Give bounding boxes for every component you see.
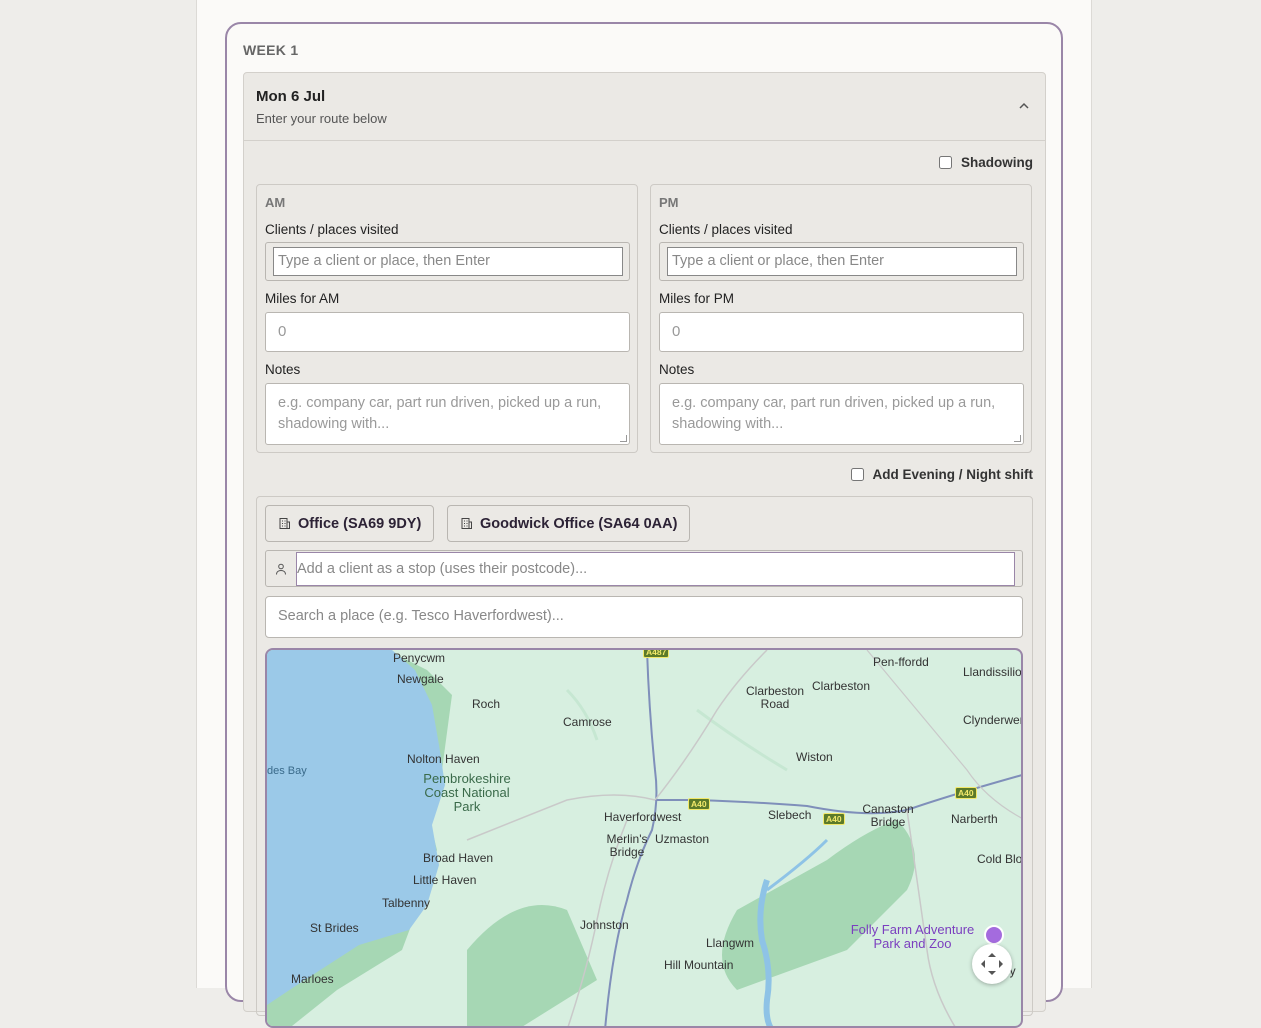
am-miles-input[interactable]: 0 [265, 312, 630, 352]
map-label: Penycwm [393, 651, 446, 665]
map-label: St Brides [310, 921, 359, 935]
map-label: Uzmaston [655, 832, 710, 846]
map-label: Marloes [291, 972, 334, 986]
goodwick-office-chip-button[interactable]: Goodwick Office (SA64 0AA) [447, 505, 691, 542]
am-notes-label: Notes [265, 362, 301, 377]
am-section: AM Clients / places visited Type a clien… [256, 184, 638, 453]
place-search-input[interactable]: Search a place (e.g. Tesco Haverfordwest… [265, 596, 1023, 638]
resize-grip-icon[interactable] [1014, 435, 1021, 442]
route-map[interactable]: Penycwm Newgale Roch Camrose Clarbeston … [265, 648, 1023, 1028]
page-container: WEEK 1 Mon 6 Jul Enter your route below … [196, 0, 1092, 1028]
office-chip-button[interactable]: Office (SA69 9DY) [265, 505, 435, 542]
day-panel: Mon 6 Jul Enter your route below Shadowi… [243, 72, 1046, 1028]
day-subtitle: Enter your route below [256, 111, 387, 126]
pm-notes-placeholder: e.g. company car, part run driven, picke… [672, 395, 996, 432]
map-label: Pen-ffordd [873, 655, 929, 669]
shadowing-checkbox[interactable] [939, 156, 952, 169]
map-label: Talbenny [382, 896, 431, 910]
map-label: Hill Mountain [664, 958, 734, 972]
shadowing-label: Shadowing [961, 155, 1033, 170]
road-shield: A40 [823, 813, 845, 825]
map-label: Merlin's Bridge [606, 832, 648, 859]
map-label: Cold Blo [977, 852, 1023, 866]
evening-shift-checkbox[interactable] [850, 468, 864, 481]
national-park-label: Pembrokeshire Coast National Park [423, 771, 511, 814]
map-label: Clarbeston [812, 679, 871, 693]
map-label: Llandissilio [963, 665, 1022, 679]
shadowing-toggle[interactable]: Shadowing [939, 155, 1033, 170]
am-clients-tagbox: Type a client or place, then Enter [265, 242, 630, 281]
map-label: Llangwm [706, 936, 755, 950]
map-label: Canaston Bridge [862, 802, 914, 829]
pm-clients-input[interactable]: Type a client or place, then Enter [667, 247, 1017, 276]
map-label: Nolton Haven [407, 752, 480, 766]
poi-label: Folly Farm Adventure Park and Zoo [850, 922, 975, 951]
office-chip-label: Office (SA69 9DY) [298, 515, 422, 532]
road-shield: A40 [955, 787, 977, 799]
route-planner: Office (SA69 9DY) Goodwick Office (SA64 … [256, 496, 1033, 1028]
map-label: Newgale [397, 672, 444, 686]
chevron-up-icon[interactable] [1017, 99, 1031, 113]
map-label: Haverfordwest [604, 810, 682, 824]
pm-title: PM [659, 195, 679, 210]
client-stop-input[interactable]: Add a client as a stop (uses their postc… [296, 552, 1015, 586]
map-label: Camrose [563, 715, 612, 729]
am-notes-placeholder: e.g. company car, part run driven, picke… [278, 395, 602, 432]
am-clients-input[interactable]: Type a client or place, then Enter [273, 247, 623, 276]
expand-arrows-icon [981, 953, 1003, 975]
week-card: WEEK 1 Mon 6 Jul Enter your route below … [225, 22, 1063, 1028]
map-label: Narberth [951, 812, 998, 826]
road-shield: A40 [688, 798, 710, 810]
client-stop-box: Add a client as a stop (uses their postc… [265, 550, 1023, 587]
evening-shift-toggle[interactable]: Add Evening / Night shift [850, 467, 1034, 482]
building-icon [461, 518, 472, 529]
map-label: Clarbeston Road [745, 684, 805, 711]
pm-miles-input[interactable]: 0 [659, 312, 1024, 352]
pm-notes-label: Notes [659, 362, 695, 377]
road-shield: A487 [643, 650, 670, 658]
building-icon [279, 518, 290, 529]
day-date: Mon 6 Jul [256, 88, 326, 105]
map-label: Broad Haven [423, 851, 494, 865]
map-label: des Bay [267, 765, 307, 777]
week-title: WEEK 1 [243, 42, 299, 58]
day-header-toggle[interactable]: Mon 6 Jul Enter your route below [244, 73, 1045, 141]
map-label: Clynderwen [963, 713, 1023, 727]
am-title: AM [265, 195, 286, 210]
map-label: Johnston [580, 918, 629, 932]
map-label: Little Haven [413, 873, 477, 887]
pm-clients-label: Clients / places visited [659, 222, 793, 237]
pm-notes-textarea[interactable]: e.g. company car, part run driven, picke… [659, 383, 1024, 445]
fullscreen-button[interactable] [972, 944, 1012, 984]
pm-clients-tagbox: Type a client or place, then Enter [659, 242, 1024, 281]
evening-shift-label: Add Evening / Night shift [872, 467, 1034, 482]
pm-miles-label: Miles for PM [659, 291, 735, 306]
person-icon [276, 563, 286, 575]
map-label: Wiston [796, 750, 833, 764]
map-label: Slebech [768, 808, 812, 822]
pm-section: PM Clients / places visited Type a clien… [650, 184, 1032, 453]
am-notes-textarea[interactable]: e.g. company car, part run driven, picke… [265, 383, 630, 445]
camera-icon[interactable] [984, 925, 1004, 945]
am-miles-label: Miles for AM [265, 291, 340, 306]
goodwick-chip-label: Goodwick Office (SA64 0AA) [480, 515, 678, 532]
map-label: Roch [472, 697, 501, 711]
am-clients-label: Clients / places visited [265, 222, 399, 237]
resize-grip-icon[interactable] [620, 435, 627, 442]
